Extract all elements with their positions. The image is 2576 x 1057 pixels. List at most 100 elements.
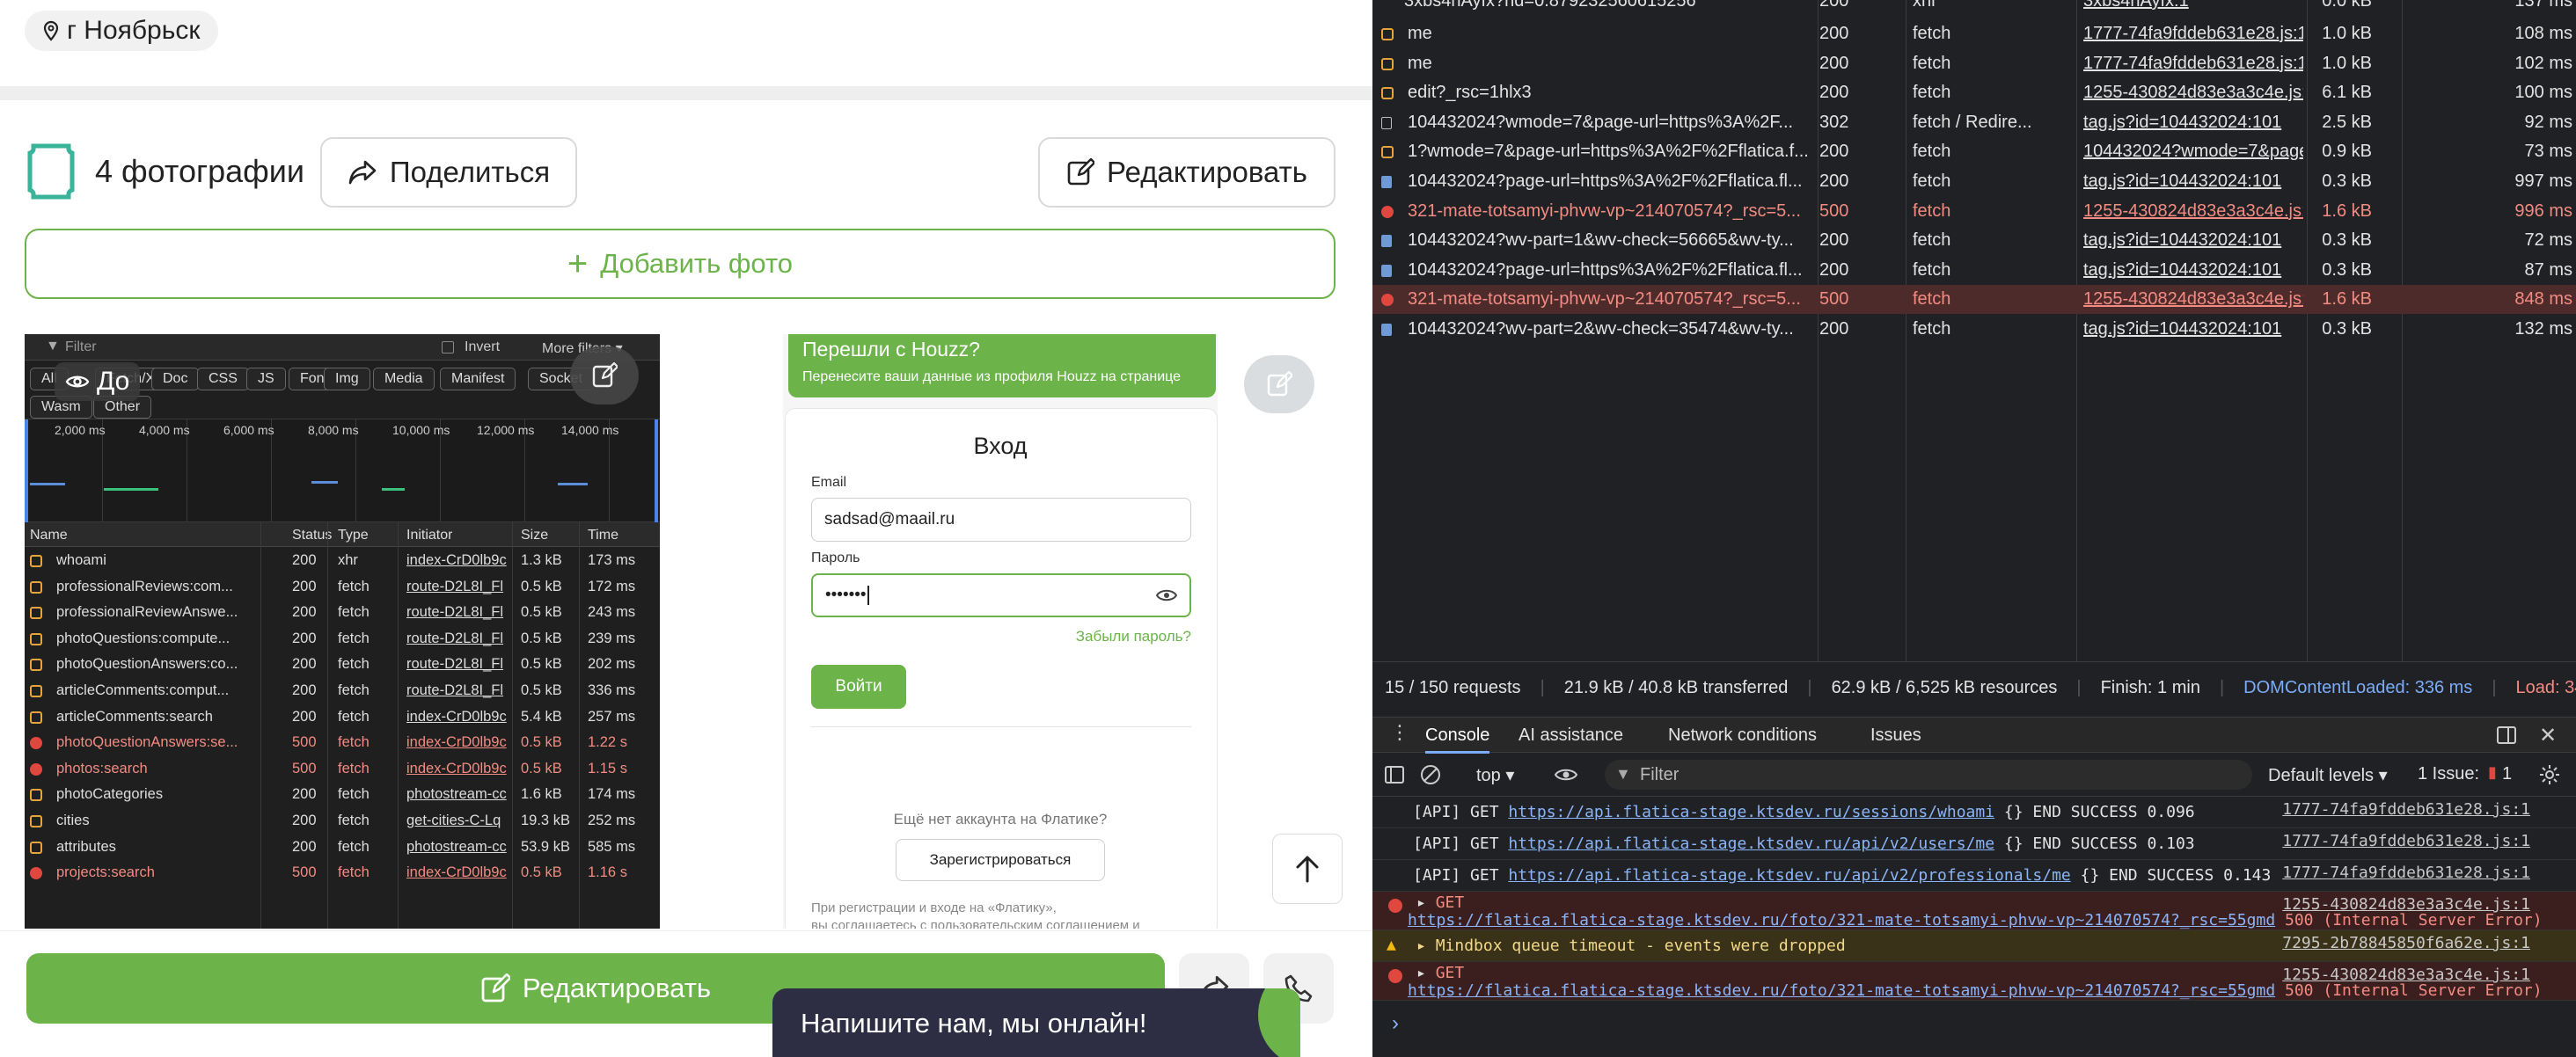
login-button[interactable]: Войти xyxy=(811,665,906,709)
forgot-password-link[interactable]: Забыли пароль? xyxy=(1076,628,1191,645)
network-row[interactable]: 104432024?wmode=7&page-url=https%3A%2F..… xyxy=(1372,108,2576,137)
console-message[interactable]: 1777-74fa9fddeb631e28.js:1 [API] GET http… xyxy=(1372,797,2576,828)
table-row[interactable]: attributes 200 fetch photostream-cc 53.9 kB 5… xyxy=(25,839,660,864)
cell-initiator[interactable]: index-CrD0lb9c xyxy=(406,734,510,751)
drawer-tab[interactable]: Issues xyxy=(1870,725,1921,746)
cell-initiator[interactable]: 1777-74fa9fddeb631e28.js:1 xyxy=(2083,49,2303,78)
console-url[interactable]: https://flatica.flatica-stage.ktsdev.ru/… xyxy=(1408,981,2275,1000)
issues-label[interactable]: 1 Issue: xyxy=(2418,764,2479,784)
table-row[interactable]: articleComments:search 200 fetch index-CrD0… xyxy=(25,709,660,733)
network-row-partial[interactable]: 3xbs4nAyfx?nd=0.879232560615256 200 xhr 3xb… xyxy=(1372,0,2576,11)
cell-initiator[interactable]: route-D2L8I_Fl xyxy=(406,631,510,647)
dock-side-icon[interactable] xyxy=(2497,726,2516,744)
console-message[interactable]: 1255-430824d83e3a3c4e.js:1 ▸ GET https://f… xyxy=(1372,962,2576,1001)
invert-checkbox[interactable] xyxy=(442,341,454,354)
clear-console-icon[interactable] xyxy=(1420,764,1441,785)
expand-arrow-icon[interactable]: ▸ xyxy=(1416,937,1436,955)
console-message[interactable]: 1777-74fa9fddeb631e28.js:1 [API] GET http… xyxy=(1372,860,2576,892)
context-select[interactable]: top ▾ xyxy=(1476,764,1514,786)
console-filter-input[interactable]: ▼ Filter xyxy=(1605,760,2252,790)
drawer-tab[interactable]: AI assistance xyxy=(1519,725,1623,746)
network-row[interactable]: 104432024?wv-part=1&wv-check=56665&wv-ty… xyxy=(1372,226,2576,255)
photo2-edit-button[interactable] xyxy=(1244,355,1314,413)
cell-initiator[interactable]: 1255-430824d83e3a3c4e.js:1 xyxy=(2083,78,2303,107)
console-source-link[interactable]: 1777-74fa9fddeb631e28.js:1 xyxy=(2282,864,2530,882)
cell-initiator[interactable]: tag.js?id=104432024:101 xyxy=(2083,226,2303,255)
table-row[interactable]: photoQuestions:compute... 200 fetch route-D… xyxy=(25,631,660,655)
drawer-tab[interactable]: Console xyxy=(1425,725,1490,754)
console-url[interactable]: https://api.flatica-stage.ktsdev.ru/sess… xyxy=(1508,803,1994,821)
console-prompt[interactable]: › xyxy=(1392,1011,1399,1036)
photo-edit-button[interactable] xyxy=(570,346,639,405)
table-row[interactable]: cities 200 fetch get-cities-C-Lq 19.3 kB 252 … xyxy=(25,813,660,837)
cell-initiator[interactable]: index-CrD0lb9c xyxy=(406,864,510,881)
expand-arrow-icon[interactable]: ▸ xyxy=(1416,893,1436,912)
network-row[interactable]: 104432024?wv-part=2&wv-check=35474&wv-ty… xyxy=(1372,315,2576,344)
console-message[interactable]: 7295-2b78845850f6a62e.js:1 ▲ ▸ Mindbox que… xyxy=(1372,930,2576,962)
cell-initiator[interactable]: 1777-74fa9fddeb631e28.js:1 xyxy=(2083,19,2303,48)
share-button[interactable]: Поделиться xyxy=(320,137,577,208)
network-row[interactable]: 321-mate-totsamyi-phvw-vp~214070574?_rsc… xyxy=(1372,197,2576,226)
network-row[interactable]: edit?_rsc=1hlx3 200 fetch 1255-430824d83e3a… xyxy=(1372,78,2576,107)
cell-initiator[interactable]: tag.js?id=104432024:101 xyxy=(2083,167,2303,196)
cell-initiator[interactable]: index-CrD0lb9c xyxy=(406,709,510,725)
cell-initiator[interactable]: index-CrD0lb9c xyxy=(406,552,510,569)
network-row[interactable]: 321-mate-totsamyi-phvw-vp~214070574?_rsc… xyxy=(1372,285,2576,315)
location-chip[interactable]: г Ноябрьск xyxy=(25,11,218,51)
network-row[interactable]: 104432024?page-url=https%3A%2F%2Fflatica… xyxy=(1372,167,2576,196)
chat-widget[interactable]: Напишите нам, мы онлайн! xyxy=(772,988,1300,1057)
network-row[interactable]: me 200 fetch 1777-74fa9fddeb631e28.js:1 1.0 … xyxy=(1372,49,2576,78)
column-header[interactable]: Size xyxy=(521,528,548,543)
cell-initiator[interactable]: photostream-cc xyxy=(406,786,510,803)
cell-initiator[interactable]: route-D2L8I_Fl xyxy=(406,656,510,673)
houzz-banner[interactable]: Перешли с Houzz? Перенесите ваши данные … xyxy=(788,334,1216,397)
table-row[interactable]: projects:search 500 fetch index-CrD0lb9c 0.5… xyxy=(25,864,660,889)
email-field[interactable]: sadsad@maail.ru xyxy=(811,498,1191,542)
cell-initiator[interactable]: photostream-cc xyxy=(406,839,510,856)
cell-initiator[interactable]: tag.js?id=104432024:101 xyxy=(2083,315,2303,344)
cell-initiator[interactable]: index-CrD0lb9c xyxy=(406,761,510,777)
table-row[interactable]: professionalReviewAnswe... 200 fetch route-… xyxy=(25,604,660,629)
filter-chip[interactable]: CSS xyxy=(197,368,249,390)
table-row[interactable]: photoQuestionAnswers:co... 200 fetch route-… xyxy=(25,656,660,681)
console-message[interactable]: 1255-430824d83e3a3c4e.js:1 ▸ GET https://f… xyxy=(1372,892,2576,930)
column-header[interactable]: Initiator xyxy=(406,528,452,543)
filter-chip[interactable]: Media xyxy=(373,368,435,390)
filter-chip[interactable]: Manifest xyxy=(440,368,516,390)
close-drawer-icon[interactable]: ✕ xyxy=(2539,723,2557,748)
table-row[interactable]: photoQuestionAnswers:se... 500 fetch index-… xyxy=(25,734,660,759)
drawer-tab[interactable]: Network conditions xyxy=(1668,725,1817,746)
network-row[interactable]: 104432024?page-url=https%3A%2F%2Fflatica… xyxy=(1372,256,2576,285)
network-row[interactable]: 1?wmode=7&page-url=https%3A%2F%2Fflatica… xyxy=(1372,137,2576,166)
cell-initiator[interactable]: route-D2L8I_Fl xyxy=(406,604,510,621)
cell-initiator[interactable]: 3xbs4nAyfx:1 xyxy=(2083,0,2303,11)
edit-top-button[interactable]: Редактировать xyxy=(1038,137,1336,208)
table-row[interactable]: photoCategories 200 fetch photostream-cc 1.6… xyxy=(25,786,660,811)
filter-chip[interactable]: JS xyxy=(246,368,286,390)
column-header[interactable]: Name xyxy=(30,528,68,543)
photo-thumbnail-network[interactable]: ▼ Filter Invert More filters ▾ All Fetch/… xyxy=(25,334,660,929)
column-header[interactable]: Time xyxy=(588,528,618,543)
console-url[interactable]: https://flatica.flatica-stage.ktsdev.ru/… xyxy=(1408,911,2275,929)
cell-initiator[interactable]: 1255-430824d83e3a3c4e.js:1 xyxy=(2083,285,2303,314)
console-settings-gear-icon[interactable] xyxy=(2539,764,2560,785)
add-photo-button[interactable]: + Добавить фото xyxy=(25,229,1336,299)
live-expression-eye-icon[interactable] xyxy=(1554,766,1578,784)
console-url[interactable]: https://api.flatica-stage.ktsdev.ru/api/… xyxy=(1508,866,2070,885)
cell-initiator[interactable]: tag.js?id=104432024:101 xyxy=(2083,256,2303,285)
password-field[interactable]: ••••••• xyxy=(811,573,1191,617)
expand-arrow-icon[interactable]: ▸ xyxy=(1416,964,1436,982)
cell-initiator[interactable]: route-D2L8I_Fl xyxy=(406,579,510,595)
filter-chip[interactable]: Doc xyxy=(151,368,200,390)
cell-initiator[interactable]: tag.js?id=104432024:101 xyxy=(2083,108,2303,137)
cell-initiator[interactable]: route-D2L8I_Fl xyxy=(406,682,510,699)
column-header[interactable]: Type xyxy=(338,528,369,543)
console-url[interactable]: https://api.flatica-stage.ktsdev.ru/api/… xyxy=(1508,835,1994,853)
console-source-link[interactable]: 1777-74fa9fddeb631e28.js:1 xyxy=(2282,832,2530,850)
scroll-top-button[interactable] xyxy=(1272,834,1343,904)
table-row[interactable]: whoami 200 xhr index-CrD0lb9c 1.3 kB 173 ms xyxy=(25,552,660,577)
photo-thumbnail-login[interactable]: Перешли с Houzz? Перенесите ваши данные … xyxy=(783,334,1218,929)
table-row[interactable]: photos:search 500 fetch index-CrD0lb9c 0.5 k… xyxy=(25,761,660,785)
table-row[interactable]: articleComments:comput... 200 fetch route-D… xyxy=(25,682,660,707)
register-button[interactable]: Зарегистрироваться xyxy=(896,839,1105,881)
